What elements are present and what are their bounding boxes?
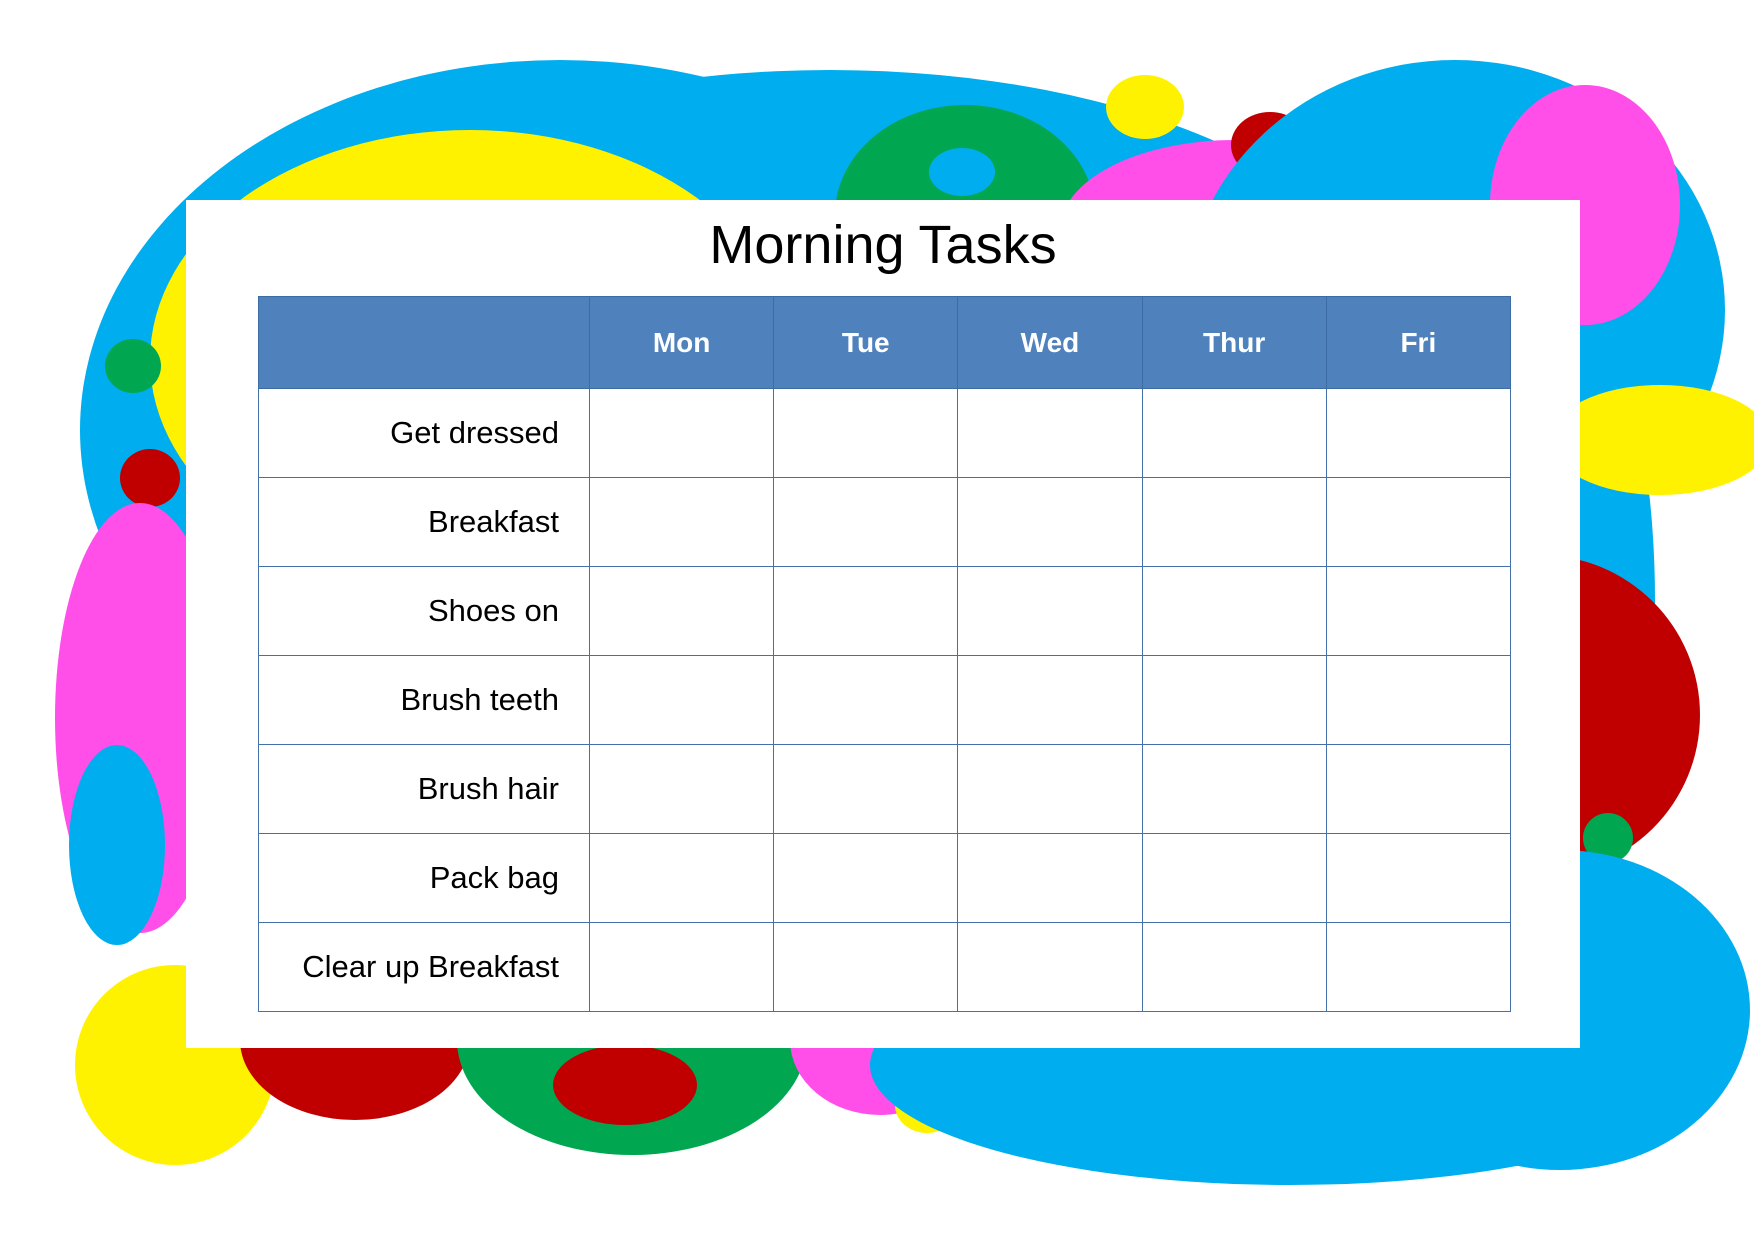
task-label: Brush hair (258, 744, 590, 834)
task-slot[interactable] (1325, 566, 1511, 656)
cyan-ellipse-left (69, 745, 165, 945)
task-slot[interactable] (1141, 833, 1327, 923)
morning-tasks-table: Mon Tue Wed Thur Fri Get dressed Breakfa… (258, 296, 1511, 1012)
task-slot[interactable] (957, 388, 1143, 478)
header-row: Mon Tue Wed Thur Fri (258, 296, 1511, 389)
task-label: Get dressed (258, 388, 590, 478)
task-slot[interactable] (588, 566, 775, 656)
table-header: Mon Tue Wed Thur Fri (258, 296, 1511, 389)
task-slot[interactable] (773, 566, 959, 656)
cyan-dot-in-green (929, 148, 995, 196)
task-slot[interactable] (588, 388, 775, 478)
task-slot[interactable] (957, 744, 1143, 834)
table-body: Get dressed Breakfast Shoes on Brush tee… (258, 388, 1511, 1012)
task-slot[interactable] (588, 922, 775, 1012)
task-slot[interactable] (588, 655, 775, 745)
task-slot[interactable] (1325, 477, 1511, 567)
task-slot[interactable] (957, 566, 1143, 656)
page-title: Morning Tasks (709, 215, 1057, 275)
task-slot[interactable] (773, 655, 959, 745)
task-slot[interactable] (1141, 655, 1327, 745)
table-row: Get dressed (258, 388, 1511, 478)
day-header-wed: Wed (957, 296, 1143, 389)
task-slot[interactable] (1325, 655, 1511, 745)
table-row: Clear up Breakfast (258, 922, 1511, 1012)
task-slot[interactable] (1325, 833, 1511, 923)
day-header-thur: Thur (1141, 296, 1327, 389)
task-slot[interactable] (773, 833, 959, 923)
dark-red-dot-in-green (553, 1045, 697, 1125)
task-slot[interactable] (957, 922, 1143, 1012)
task-slot[interactable] (773, 477, 959, 567)
task-slot[interactable] (588, 477, 775, 567)
task-slot[interactable] (957, 833, 1143, 923)
task-slot[interactable] (773, 744, 959, 834)
day-header-mon: Mon (588, 296, 775, 389)
table-row: Breakfast (258, 477, 1511, 567)
task-slot[interactable] (1325, 922, 1511, 1012)
task-slot[interactable] (588, 744, 775, 834)
day-header-fri: Fri (1325, 296, 1511, 389)
task-label: Shoes on (258, 566, 590, 656)
task-slot[interactable] (1325, 744, 1511, 834)
task-label: Breakfast (258, 477, 590, 567)
task-slot[interactable] (1141, 922, 1327, 1012)
table-row: Brush teeth (258, 655, 1511, 745)
task-slot[interactable] (1325, 388, 1511, 478)
task-slot[interactable] (957, 477, 1143, 567)
task-slot[interactable] (588, 833, 775, 923)
yellow-ellipse-top (1106, 75, 1184, 139)
table-row: Shoes on (258, 566, 1511, 656)
corner-header-cell (258, 296, 590, 389)
day-header-tue: Tue (773, 296, 959, 389)
task-slot[interactable] (773, 388, 959, 478)
task-label: Clear up Breakfast (258, 922, 590, 1012)
table-row: Brush hair (258, 744, 1511, 834)
chart-card: Morning Tasks Mon Tue Wed Thur Fri Get d… (186, 200, 1580, 1048)
task-slot[interactable] (1141, 388, 1327, 478)
dark-red-dot-left (120, 449, 180, 507)
task-slot[interactable] (773, 922, 959, 1012)
task-slot[interactable] (1141, 477, 1327, 567)
morning-tasks-page: Morning Tasks Mon Tue Wed Thur Fri Get d… (0, 0, 1754, 1240)
table-row: Pack bag (258, 833, 1511, 923)
task-label: Brush teeth (258, 655, 590, 745)
green-dot-left (105, 339, 161, 393)
task-slot[interactable] (1141, 566, 1327, 656)
task-slot[interactable] (957, 655, 1143, 745)
task-label: Pack bag (258, 833, 590, 923)
task-slot[interactable] (1141, 744, 1327, 834)
